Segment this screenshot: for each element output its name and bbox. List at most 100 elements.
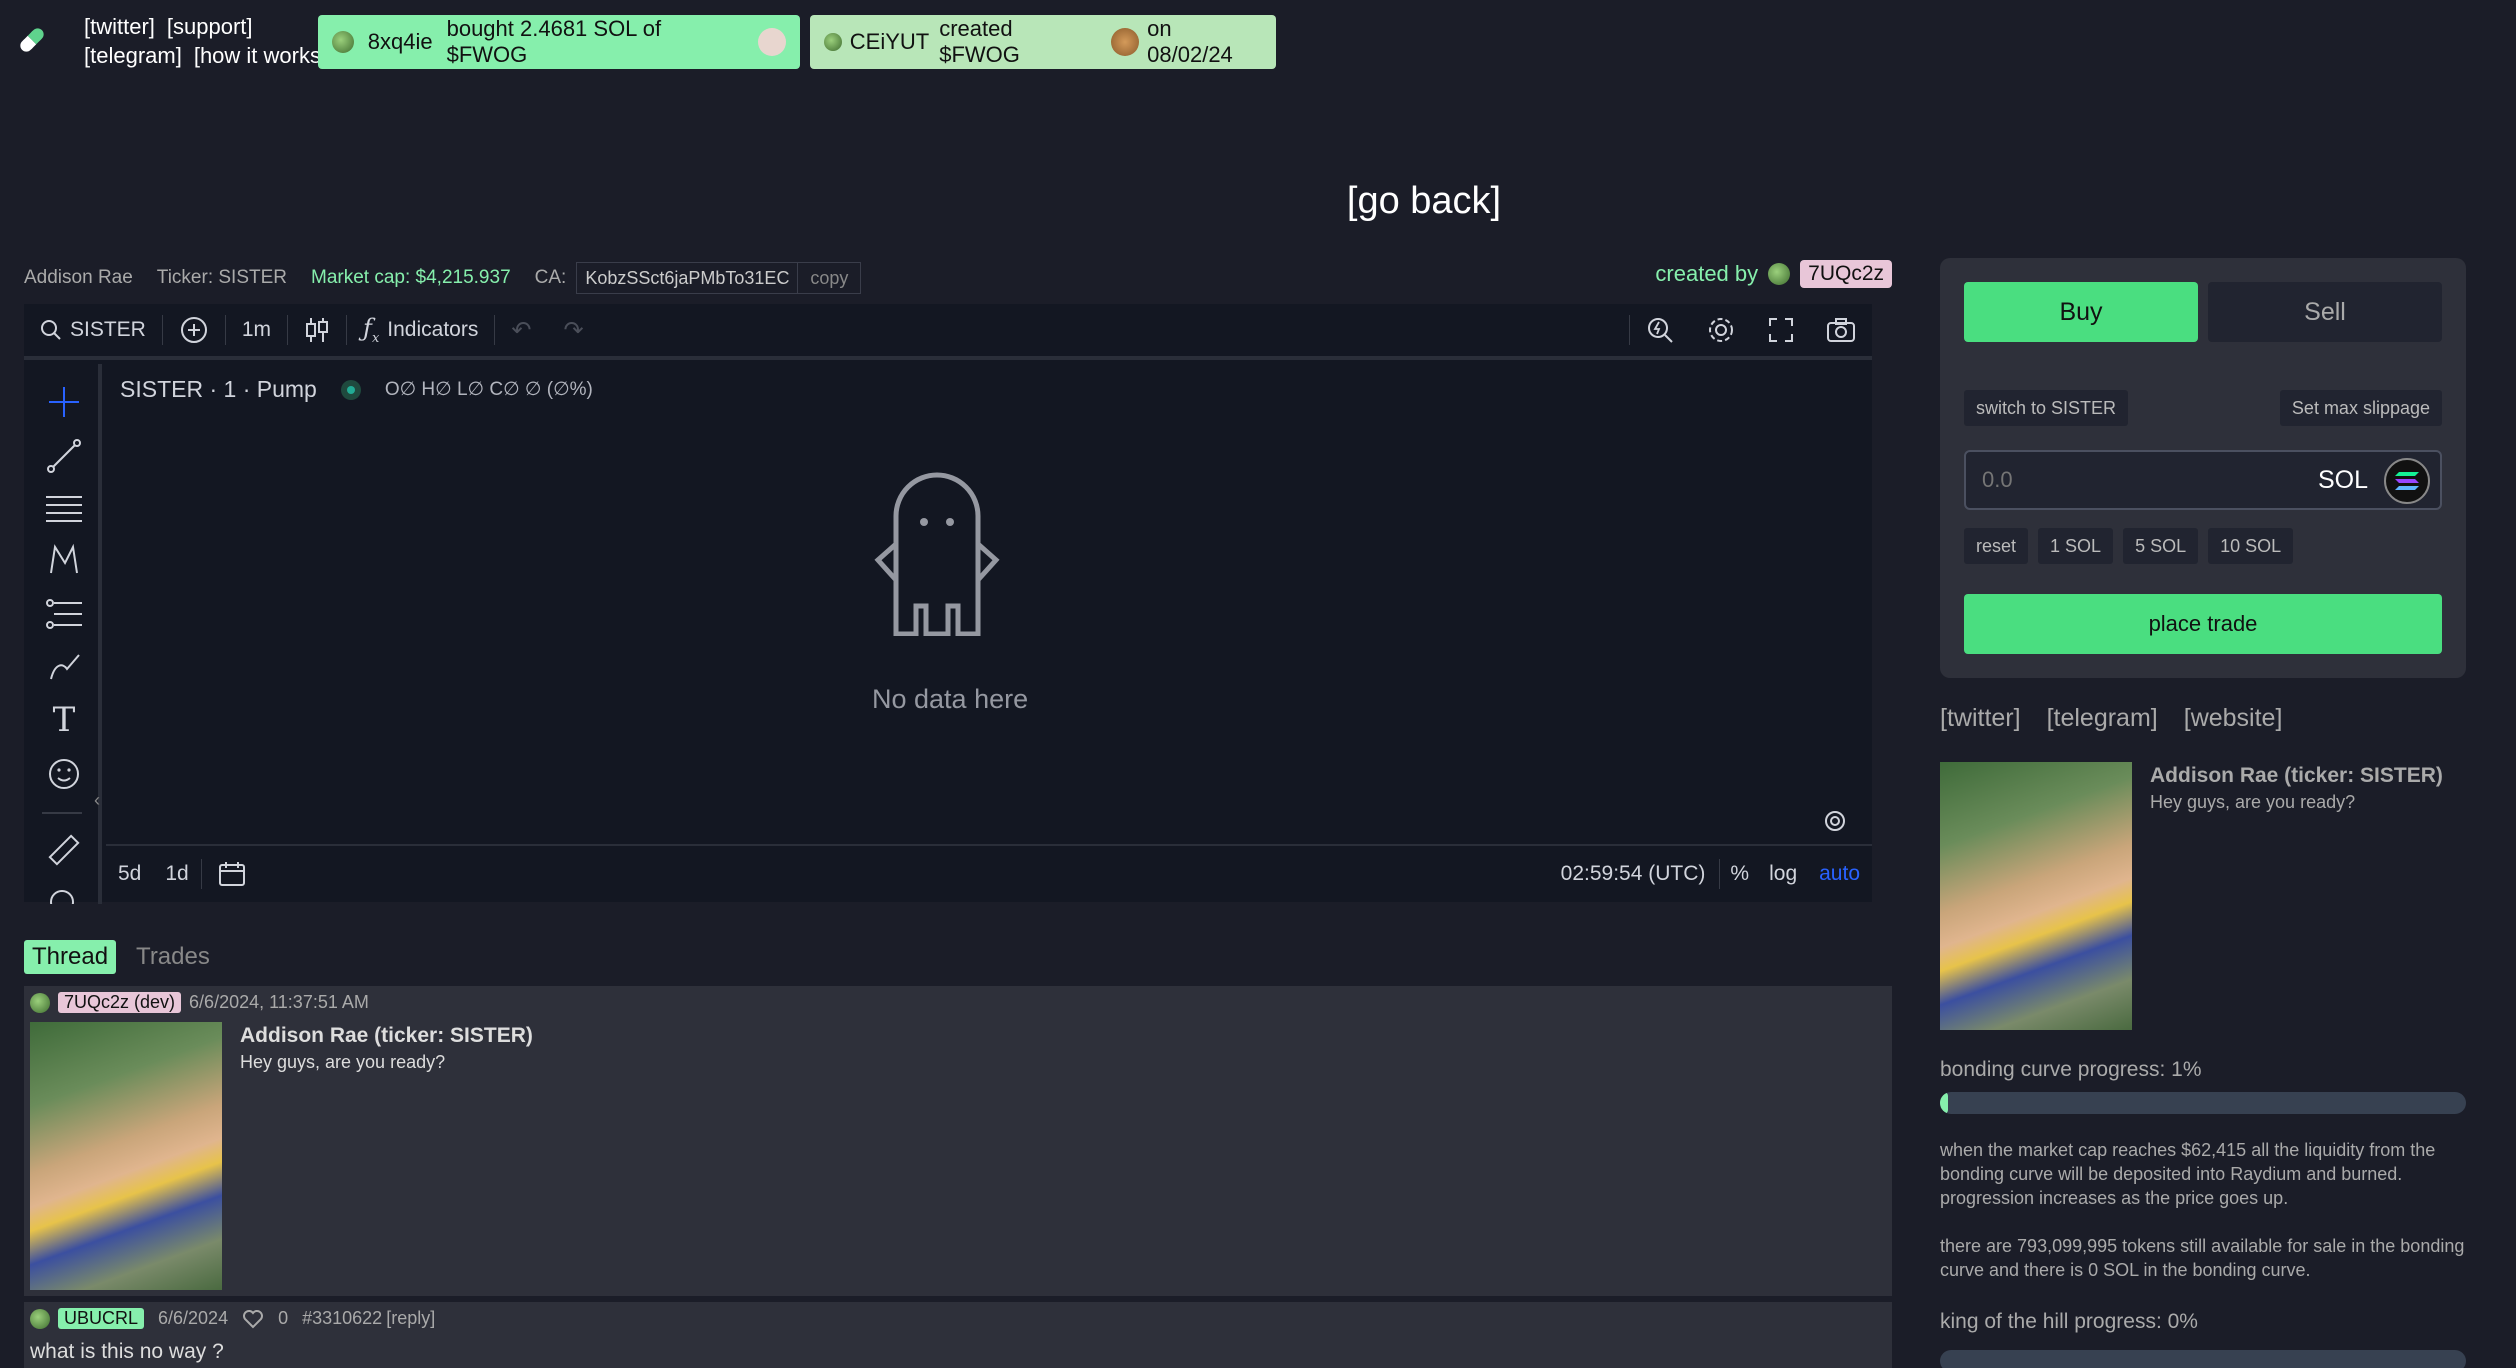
collapse-toolbar-button[interactable]: ‹ bbox=[94, 790, 108, 820]
set-max-slippage-button[interactable]: Set max slippage bbox=[2279, 390, 2442, 426]
goto-date-button[interactable] bbox=[202, 846, 264, 902]
symbol-search[interactable]: SISTER bbox=[24, 302, 162, 358]
screenshot-button[interactable] bbox=[1810, 302, 1872, 358]
emoji-tool[interactable] bbox=[44, 754, 84, 794]
preset-5-sol-button[interactable]: 5 SOL bbox=[2123, 528, 2199, 564]
token-thumb-icon bbox=[758, 28, 786, 56]
ticker-create-user: CEiYUT bbox=[849, 29, 930, 54]
nav-telegram-link[interactable]: [telegram] bbox=[84, 43, 182, 68]
divider bbox=[42, 812, 82, 814]
reset-button[interactable]: reset bbox=[1964, 528, 2029, 564]
zoom-tool[interactable] bbox=[44, 884, 84, 904]
thread-trades-tabs: Thread Trades bbox=[24, 940, 210, 974]
undo-button[interactable]: ↶ bbox=[495, 302, 547, 358]
brush-icon bbox=[50, 654, 80, 680]
range-1d-button[interactable]: 1d bbox=[153, 846, 200, 902]
trend-line-icon bbox=[47, 439, 81, 473]
reply-link[interactable]: [reply] bbox=[386, 1308, 435, 1329]
quick-search-button[interactable] bbox=[1630, 302, 1690, 358]
ghost-icon bbox=[872, 456, 1002, 637]
frog-avatar-icon bbox=[30, 992, 50, 1013]
frog-avatar-icon bbox=[30, 1308, 50, 1329]
log-toggle[interactable]: log bbox=[1759, 846, 1807, 902]
amount-input[interactable] bbox=[1982, 464, 2302, 496]
nav-support-link[interactable]: [support] bbox=[167, 14, 253, 39]
website-link[interactable]: [website] bbox=[2184, 704, 2283, 733]
fullscreen-button[interactable] bbox=[1752, 302, 1810, 358]
post-user-tag[interactable]: 7UQc2z (dev) bbox=[58, 992, 182, 1013]
range-5d-button[interactable]: 5d bbox=[106, 846, 153, 902]
place-trade-button[interactable]: place trade bbox=[1964, 594, 2442, 654]
calendar-icon bbox=[218, 862, 245, 886]
forecast-tool[interactable] bbox=[44, 594, 84, 634]
telegram-link[interactable]: [telegram] bbox=[2047, 704, 2158, 733]
chart-type-button[interactable] bbox=[288, 302, 346, 358]
frog-avatar-icon bbox=[332, 31, 354, 53]
redo-icon: ↷ bbox=[563, 316, 584, 344]
buy-ticker-pill[interactable]: 8xq4ie bought 2.4681 SOL of $FWOG bbox=[318, 15, 800, 69]
thread-post: 7UQc2z (dev) 6/6/2024, 11:37:51 AM Addis… bbox=[24, 986, 1892, 1296]
crosshair-icon bbox=[49, 387, 79, 417]
thread-post: UBUCRL 6/6/2024 0 #3310622 [reply] what … bbox=[24, 1302, 1892, 1368]
trend-line-tool[interactable] bbox=[44, 436, 84, 476]
amount-input-box: SOL bbox=[1964, 450, 2442, 510]
indicators-button[interactable]: ƒx Indicators bbox=[347, 302, 494, 358]
king-of-hill-progress-bar bbox=[1940, 1350, 2466, 1368]
pattern-icon bbox=[50, 543, 78, 574]
percent-toggle[interactable]: % bbox=[1720, 846, 1759, 902]
buy-tab-button[interactable]: Buy bbox=[1964, 282, 2198, 342]
smiley-icon bbox=[49, 759, 79, 789]
gear-icon bbox=[1709, 318, 1733, 342]
settings-button[interactable] bbox=[1690, 302, 1752, 358]
auto-toggle[interactable]: auto bbox=[1807, 846, 1872, 902]
sell-tab-button[interactable]: Sell bbox=[2208, 282, 2442, 342]
post-time: 6/6/2024, 11:37:51 AM bbox=[189, 992, 369, 1012]
measure-tool[interactable] bbox=[44, 830, 84, 870]
text-t-icon: T bbox=[52, 700, 76, 740]
preset-10-sol-button[interactable]: 10 SOL bbox=[2208, 528, 2294, 564]
creator-tag[interactable]: 7UQc2z bbox=[1800, 260, 1892, 288]
tab-thread[interactable]: Thread bbox=[24, 940, 117, 974]
bonding-curve-text: when the market cap reaches $62,415 all … bbox=[1940, 1140, 2436, 1208]
go-back-link[interactable]: [go back] bbox=[0, 180, 2516, 223]
fib-tool[interactable] bbox=[44, 488, 84, 528]
solana-logo-icon bbox=[2384, 458, 2430, 504]
heart-icon[interactable] bbox=[242, 1309, 264, 1329]
redo-button[interactable]: ↷ bbox=[547, 302, 599, 358]
nav-how-it-works-link[interactable]: [how it works] bbox=[194, 43, 320, 68]
token-name: Addison Rae bbox=[24, 267, 133, 288]
copy-button[interactable]: copy bbox=[797, 263, 860, 293]
chart-time: 02:59:54 (UTC) bbox=[1560, 862, 1706, 885]
post-title: Addison Rae (ticker: SISTER) bbox=[240, 1024, 533, 1047]
post-id: #3310622 bbox=[302, 1308, 383, 1328]
interval-button[interactable]: 1m bbox=[226, 302, 287, 358]
currency-label: SOL bbox=[2317, 466, 2368, 494]
price-chart[interactable]: SISTER 1m ƒx Indicators ↶ ↷ T ‹ SISTER ·… bbox=[24, 302, 1872, 904]
undo-icon: ↶ bbox=[511, 316, 532, 344]
candles-icon bbox=[306, 318, 329, 342]
brush-tool[interactable] bbox=[44, 646, 84, 686]
chart-settings-button[interactable] bbox=[1822, 808, 1848, 834]
post-image[interactable] bbox=[30, 1022, 222, 1290]
tokens-available-text: there are 793,099,995 tokens still avail… bbox=[1940, 1236, 2465, 1280]
token-info-row: Addison Rae Ticker: SISTER Market cap: $… bbox=[24, 262, 862, 294]
social-links: [twitter] [telegram] [website] bbox=[1940, 704, 2282, 733]
switch-token-button[interactable]: switch to SISTER bbox=[1964, 390, 2129, 426]
function-icon: ƒx bbox=[363, 314, 380, 346]
contract-address[interactable]: KobzSSct6jaPMbTo31EC bbox=[577, 268, 797, 289]
twitter-link[interactable]: [twitter] bbox=[1940, 704, 2021, 733]
nav-twitter-link[interactable]: [twitter] bbox=[84, 14, 155, 39]
create-ticker-pill[interactable]: CEiYUT created $FWOG on 08/02/24 bbox=[810, 15, 1276, 69]
compare-button[interactable] bbox=[163, 302, 225, 358]
pill-logo-icon[interactable] bbox=[14, 22, 50, 58]
drawing-toolbar: T bbox=[24, 364, 102, 904]
post-user-tag[interactable]: UBUCRL bbox=[58, 1308, 145, 1329]
crosshair-tool[interactable] bbox=[44, 382, 84, 422]
king-of-hill-label: king of the hill progress: 0% bbox=[1940, 1310, 2198, 1333]
preset-1-sol-button[interactable]: 1 SOL bbox=[2038, 528, 2114, 564]
post-body: Hey guys, are you ready? bbox=[240, 1052, 446, 1072]
top-nav: [twitter] [support] [telegram] [how it wor… bbox=[84, 12, 320, 70]
pattern-tool[interactable] bbox=[44, 540, 84, 580]
text-tool[interactable]: T bbox=[44, 700, 84, 740]
tab-trades[interactable]: Trades bbox=[136, 940, 210, 974]
